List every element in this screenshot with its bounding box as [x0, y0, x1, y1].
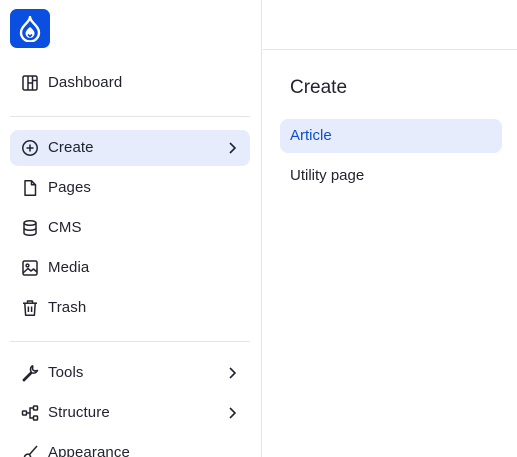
trash-icon	[21, 299, 39, 317]
database-icon	[21, 219, 39, 237]
drupal-logo[interactable]	[10, 9, 50, 48]
chevron-right-icon	[229, 142, 237, 154]
chevron-right-icon	[229, 367, 237, 379]
submenu-title: Create	[290, 77, 348, 98]
sidebar-item-appearance[interactable]: Appearance	[10, 435, 250, 457]
dashboard-icon	[21, 74, 39, 92]
sidebar-item-label: Tools	[48, 364, 84, 381]
submenu-item-article[interactable]: Article	[280, 119, 502, 153]
wrench-icon	[21, 364, 39, 382]
sidebar-item-dashboard[interactable]: Dashboard	[10, 65, 250, 101]
sidebar-item-cms[interactable]: CMS	[10, 210, 250, 246]
sidebar-item-trash[interactable]: Trash	[10, 290, 250, 326]
app-window: Dashboard Create Pages CMS Media Trash T…	[0, 0, 517, 457]
submenu-item-label: Utility page	[290, 167, 365, 184]
chevron-right-icon	[229, 407, 237, 419]
sidebar-item-pages[interactable]: Pages	[10, 170, 250, 206]
sidebar-divider	[10, 341, 250, 342]
sidebar-item-label: Media	[48, 259, 90, 276]
top-bar	[263, 0, 517, 50]
brush-icon	[21, 444, 39, 457]
sidebar-divider	[10, 116, 250, 117]
drupal-drop-icon	[19, 15, 41, 42]
sidebar-item-structure[interactable]: Structure	[10, 395, 250, 431]
structure-icon	[21, 404, 39, 422]
sidebar-item-label: Trash	[48, 299, 87, 316]
sidebar-item-label: Pages	[48, 179, 92, 196]
sidebar-item-tools[interactable]: Tools	[10, 355, 250, 391]
sidebar-item-label: CMS	[48, 219, 82, 236]
image-icon	[21, 259, 39, 277]
submenu-item-utility-page[interactable]: Utility page	[280, 159, 502, 193]
plus-circle-icon	[21, 139, 39, 157]
sidebar-item-label: Appearance	[48, 444, 130, 457]
sidebar-item-label: Create	[48, 139, 94, 156]
sidebar-item-label: Structure	[48, 404, 110, 421]
submenu-item-label: Article	[290, 127, 332, 144]
sidebar-item-media[interactable]: Media	[10, 250, 250, 286]
page-icon	[21, 179, 39, 197]
sidebar: Dashboard Create Pages CMS Media Trash T…	[0, 0, 262, 457]
sidebar-item-label: Dashboard	[48, 74, 123, 91]
sidebar-item-create[interactable]: Create	[10, 130, 250, 166]
